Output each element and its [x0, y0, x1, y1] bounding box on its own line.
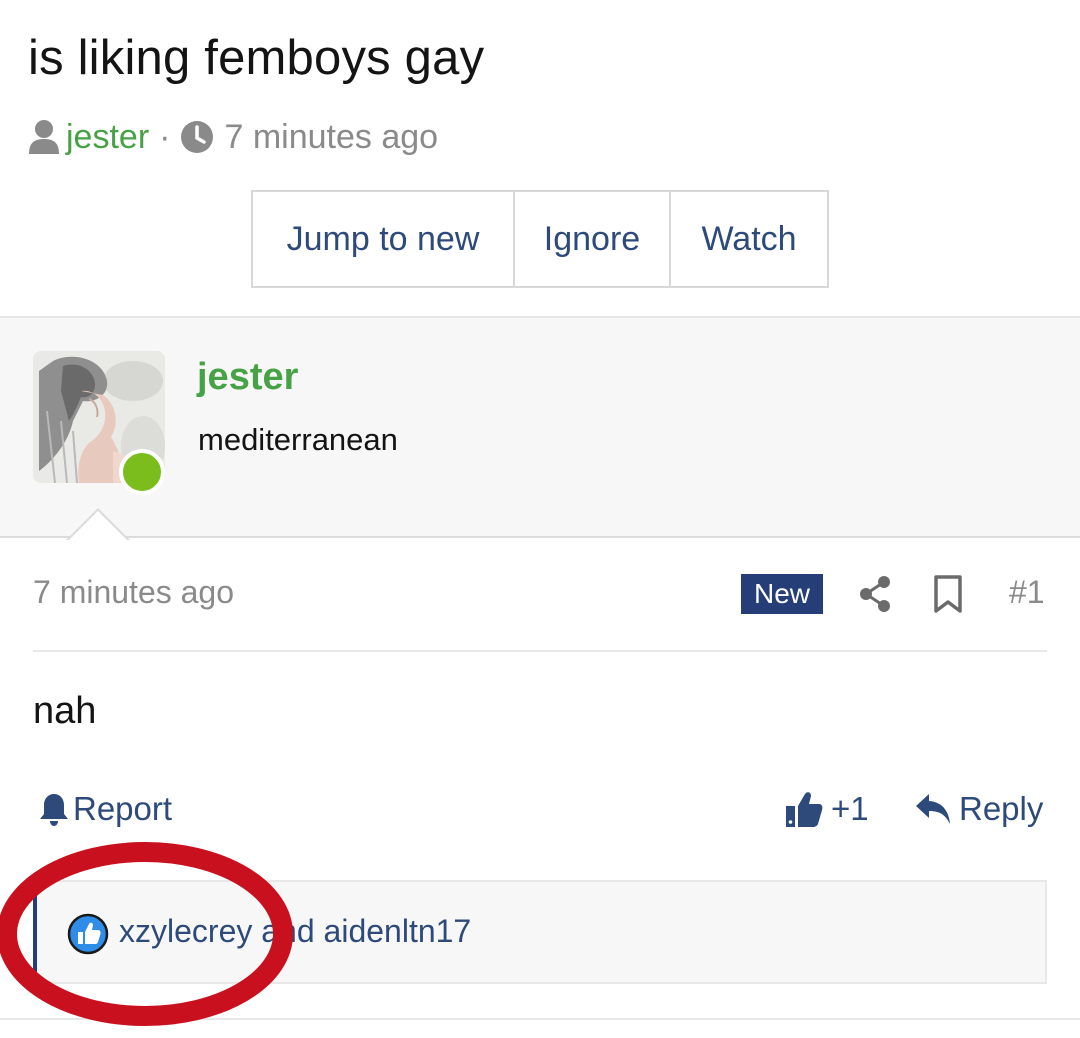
like-count: +1	[831, 790, 869, 827]
jump-to-new-button[interactable]: Jump to new	[253, 192, 515, 286]
reply-label: Reply	[959, 790, 1044, 827]
thread-time: 7 minutes ago	[224, 117, 439, 156]
bottom-divider	[0, 1018, 1080, 1020]
post-body: nah	[33, 690, 97, 732]
reply-button[interactable]: Reply	[915, 790, 1043, 828]
reply-icon	[916, 794, 950, 824]
post-number-link[interactable]: #1	[1009, 574, 1045, 611]
post-author-panel: jester mediterranean	[0, 316, 1080, 541]
thread-title: is liking femboys gay	[28, 31, 485, 85]
meta-separator: ·	[159, 117, 171, 156]
post-author-title: mediterranean	[198, 422, 398, 457]
avatar-container[interactable]	[33, 351, 165, 495]
like-button[interactable]: +1	[785, 790, 869, 828]
watch-button[interactable]: Watch	[671, 192, 827, 286]
panel-pointer-fill	[68, 511, 128, 541]
bookmark-icon[interactable]	[933, 574, 963, 614]
user-icon	[29, 120, 59, 154]
post-divider	[33, 650, 1047, 652]
thread-action-buttons: Jump to new Ignore Watch	[251, 190, 829, 288]
reactions-users[interactable]: xzylecrey and aidenltn17	[119, 913, 471, 950]
clock-icon	[181, 121, 214, 153]
bell-icon	[40, 794, 68, 826]
like-reaction-icon	[67, 913, 109, 955]
share-icon[interactable]	[857, 574, 893, 614]
post-date[interactable]: 7 minutes ago	[33, 574, 234, 611]
ignore-button[interactable]: Ignore	[515, 192, 671, 286]
online-status-indicator	[119, 449, 165, 495]
report-button[interactable]: Report	[39, 790, 172, 828]
new-badge: New	[741, 574, 823, 614]
post-header: 7 minutes ago New #1	[33, 566, 1047, 622]
post-author-name[interactable]: jester	[197, 356, 298, 399]
thumbs-up-icon	[786, 792, 823, 827]
thread-author-link[interactable]: jester	[66, 118, 149, 157]
report-label: Report	[73, 790, 173, 827]
thread-meta: jester · 7 minutes ago	[28, 114, 438, 160]
reactions-bar[interactable]: xzylecrey and aidenltn17	[33, 880, 1047, 984]
post-actions: Report +1 Reply	[33, 786, 1047, 838]
